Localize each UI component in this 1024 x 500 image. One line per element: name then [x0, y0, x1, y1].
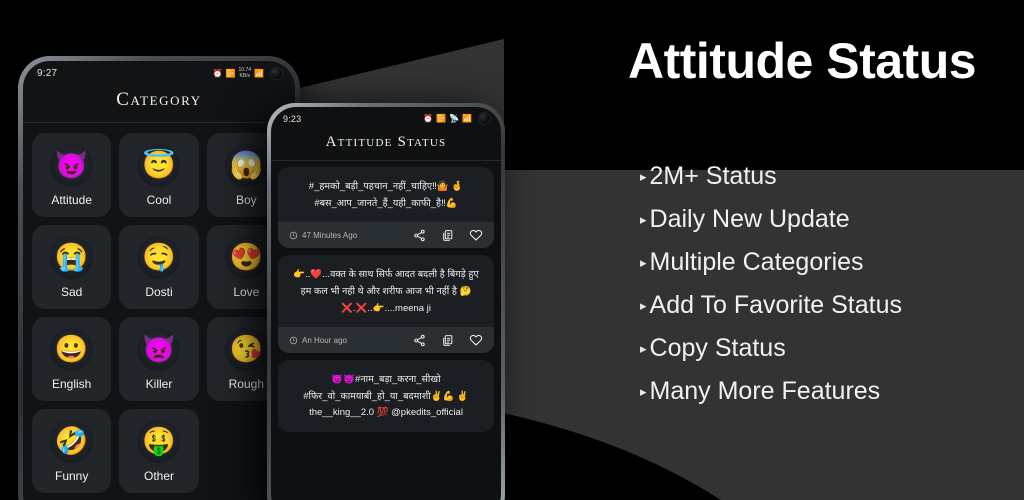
grinning-face-icon: 😀	[50, 327, 94, 371]
category-label: Cool	[146, 192, 172, 207]
status-timestamp-label: 47 Minutes Ago	[302, 230, 358, 240]
category-cell-funny[interactable]: 🤣 Funny	[32, 409, 112, 493]
face-screaming-in-fear-icon: 😱	[224, 143, 268, 187]
status-timestamp: An Hour ago	[289, 336, 347, 345]
signal-icon: 📡	[449, 114, 460, 123]
copy-icon[interactable]	[441, 229, 454, 242]
status-feed-list: #_हमको_बड़ी_पहचान_नहीं_चाहिए‼🤷 🤞#बस_आप_ज…	[271, 161, 501, 500]
category-cell-other[interactable]: 🤑 Other	[119, 409, 199, 493]
share-icon[interactable]	[413, 229, 426, 242]
feature-label: Copy Status	[649, 334, 786, 362]
status-text: #_हमको_बड़ी_पहचान_नहीं_चाहिए‼🤷 🤞#बस_आप_ज…	[308, 181, 464, 209]
category-grid: 😈 Attitude 😇 Cool 😱 Boy 😭 Sad 🤤 Dosti 😍	[23, 123, 295, 500]
status-card[interactable]: 👉..❤️...वक्त के साथ सिर्फ आदत बदली है बि…	[278, 255, 494, 354]
smiling-face-with-halo-icon: 😇	[137, 143, 181, 187]
status-action-icons	[413, 333, 483, 347]
drooling-face-icon: 🤤	[137, 235, 181, 279]
triangle-bullet-icon: ▸	[640, 384, 647, 399]
feature-item: ▸ 2M+ Status	[640, 164, 1024, 189]
status-timestamp-label: An Hour ago	[302, 335, 347, 345]
front-camera-punch-hole	[478, 112, 491, 125]
loudly-crying-face-icon: 😭	[50, 235, 94, 279]
category-label: Sad	[60, 284, 83, 299]
vibrate-icon: 📴	[225, 69, 236, 78]
page-title: Attitude Status	[628, 33, 977, 89]
wifi-icon: 📶	[254, 69, 264, 78]
front-camera-punch-hole	[270, 67, 283, 80]
favorite-icon[interactable]	[469, 333, 483, 347]
status-bar-icons: ⏰ 📴 📡 📶	[423, 112, 491, 125]
status-action-icons	[413, 228, 483, 242]
alarm-icon: ⏰	[212, 69, 223, 78]
category-label: Attitude	[51, 192, 93, 207]
feature-label: Add To Favorite Status	[649, 291, 902, 319]
status-action-bar: 47 Minutes Ago	[278, 222, 494, 249]
alarm-icon: ⏰	[423, 114, 434, 123]
phone-mockup-category: 9:27 ⏰ 📴 10.74 KB/s 📶 Category 😈 Attitude…	[18, 56, 300, 500]
vibrate-icon: 📴	[436, 114, 447, 123]
favorite-icon[interactable]	[469, 228, 483, 242]
phone-mockup-status-feed: 9:23 ⏰ 📴 📡 📶 Attitude Status #_हमको_बड़ी…	[267, 103, 505, 500]
phone-left-status-bar: 9:27 ⏰ 📴 10.74 KB/s 📶	[23, 61, 295, 82]
category-label: Funny	[54, 468, 89, 483]
status-timestamp: 47 Minutes Ago	[289, 231, 357, 240]
money-mouth-face-icon: 🤑	[137, 419, 181, 463]
category-cell-english[interactable]: 😀 English	[32, 317, 112, 401]
triangle-bullet-icon: ▸	[640, 298, 647, 313]
category-label: Other	[143, 468, 174, 483]
angry-face-with-horns-red-icon: 👿	[137, 327, 181, 371]
feature-label: Multiple Categories	[649, 248, 864, 276]
category-label: Rough	[228, 376, 265, 391]
phone-right-app-title: Attitude Status	[325, 134, 447, 150]
feature-item: ▸ Copy Status	[640, 336, 1024, 361]
rolling-on-the-floor-laughing-icon: 🤣	[50, 419, 94, 463]
category-label: English	[51, 376, 92, 391]
triangle-bullet-icon: ▸	[640, 255, 647, 270]
copy-icon[interactable]	[441, 334, 454, 347]
clock-icon	[289, 336, 298, 344]
feature-label: Many More Features	[649, 377, 881, 405]
triangle-bullet-icon: ▸	[640, 341, 647, 356]
feature-item: ▸ Add To Favorite Status	[640, 293, 1024, 318]
feature-list: ▸ 2M+ Status ▸ Daily New Update ▸ Multip…	[640, 164, 1024, 422]
status-card[interactable]: #_हमको_बड़ी_पहचान_नहीं_चाहिए‼🤷 🤞#बस_आप_ज…	[278, 167, 494, 249]
triangle-bullet-icon: ▸	[640, 169, 647, 184]
phone-right-status-bar: 9:23 ⏰ 📴 📡 📶	[271, 107, 501, 127]
wifi-icon: 📶	[462, 114, 472, 123]
share-icon[interactable]	[413, 334, 426, 347]
smiling-face-with-horns-purple-icon: 😈	[50, 143, 94, 187]
phone-left-screen: 9:27 ⏰ 📴 10.74 KB/s 📶 Category 😈 Attitude…	[23, 61, 295, 500]
category-cell-sad[interactable]: 😭 Sad	[32, 225, 112, 309]
category-cell-attitude[interactable]: 😈 Attitude	[32, 133, 112, 217]
promo-heading-block: Attitude Status	[628, 34, 1024, 88]
category-label: Love	[233, 284, 260, 299]
category-cell-cool[interactable]: 😇 Cool	[119, 133, 199, 217]
smiling-face-with-heart-eyes-icon: 😍	[224, 235, 268, 279]
category-label: Dosti	[145, 284, 173, 299]
category-cell-killer[interactable]: 👿 Killer	[119, 317, 199, 401]
clock-icon	[289, 231, 298, 239]
status-bar-time: 9:23	[283, 113, 302, 124]
feature-item: ▸ Many More Features	[640, 379, 1024, 404]
promo-banner: 9:27 ⏰ 📴 10.74 KB/s 📶 Category 😈 Attitude…	[0, 0, 1024, 500]
phone-right-screen: 9:23 ⏰ 📴 📡 📶 Attitude Status #_हमको_बड़ी…	[271, 107, 501, 500]
status-bar-icons: ⏰ 📴 10.74 KB/s 📶	[213, 67, 283, 80]
status-text: 😈😈#नाम_बड़ा_करना_सीखो #फिर_वो_कामयाबी_हो…	[303, 374, 469, 419]
status-card[interactable]: 😈😈#नाम_बड़ा_करना_सीखो #फिर_वो_कामयाबी_हो…	[278, 360, 494, 432]
feature-item: ▸ Daily New Update	[640, 207, 1024, 232]
feature-label: Daily New Update	[649, 205, 850, 233]
status-bar-time: 9:27	[37, 68, 58, 79]
feature-item: ▸ Multiple Categories	[640, 250, 1024, 275]
network-speed-label: 10.74 KB/s	[238, 67, 252, 79]
category-label: Boy	[235, 192, 257, 207]
triangle-bullet-icon: ▸	[640, 212, 647, 227]
category-cell-dosti[interactable]: 🤤 Dosti	[119, 225, 199, 309]
status-action-bar: An Hour ago	[278, 327, 494, 354]
feature-label: 2M+ Status	[649, 162, 777, 190]
status-text: 👉..❤️...वक्त के साथ सिर्फ आदत बदली है बि…	[293, 269, 479, 314]
face-blowing-a-kiss-icon: 😘	[224, 327, 268, 371]
category-label: Killer	[145, 376, 173, 391]
phone-left-app-title: Category	[116, 89, 202, 110]
